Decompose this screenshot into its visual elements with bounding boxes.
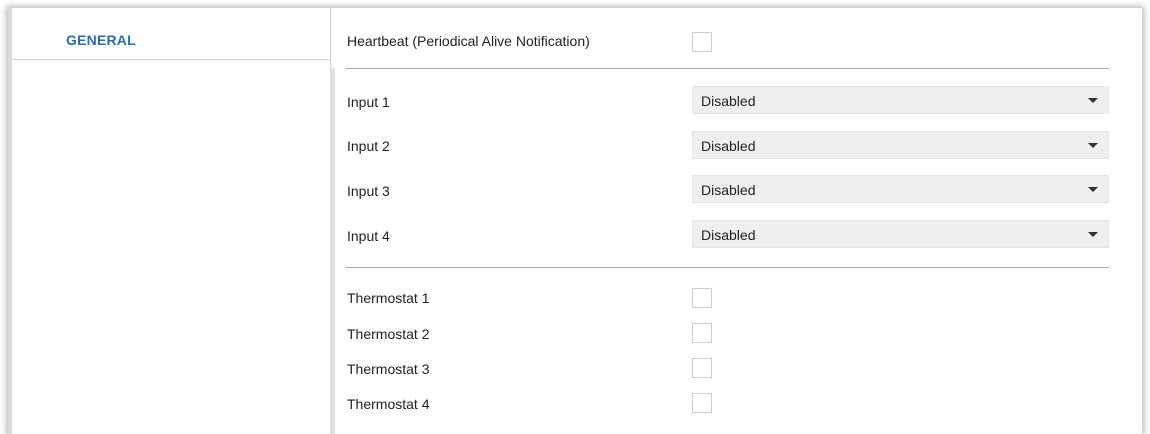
- input-3-select[interactable]: Disabled: [692, 175, 1109, 203]
- select-value: Disabled: [701, 182, 756, 198]
- divider: [346, 68, 1109, 69]
- thermostat-4-label: Thermostat 4: [347, 396, 430, 412]
- input-2-label: Input 2: [347, 138, 390, 154]
- dropdown-arrow-icon: [1088, 143, 1098, 148]
- select-value: Disabled: [701, 227, 756, 243]
- input-1-select[interactable]: Disabled: [692, 86, 1109, 114]
- divider: [346, 267, 1109, 268]
- sidebar: GENERAL: [8, 8, 331, 434]
- input-3-label: Input 3: [347, 183, 390, 199]
- thermostat-2-checkbox[interactable]: [692, 323, 712, 343]
- thermostat-1-checkbox[interactable]: [692, 288, 712, 308]
- thermostat-1-label: Thermostat 1: [347, 290, 430, 306]
- thermostat-3-label: Thermostat 3: [347, 361, 430, 377]
- dropdown-arrow-icon: [1088, 187, 1098, 192]
- input-2-select[interactable]: Disabled: [692, 131, 1109, 159]
- dropdown-arrow-icon: [1088, 232, 1098, 237]
- heartbeat-label: Heartbeat (Periodical Alive Notification…: [347, 33, 590, 49]
- heartbeat-checkbox[interactable]: [692, 32, 712, 52]
- settings-window: GENERAL Heartbeat (Periodical Alive Noti…: [8, 8, 1142, 434]
- input-1-label: Input 1: [347, 94, 390, 110]
- select-value: Disabled: [701, 138, 756, 154]
- sidebar-item-label: GENERAL: [66, 32, 136, 48]
- dropdown-arrow-icon: [1088, 98, 1098, 103]
- input-4-label: Input 4: [347, 228, 390, 244]
- thermostat-4-checkbox[interactable]: [692, 393, 712, 413]
- input-4-select[interactable]: Disabled: [692, 220, 1109, 248]
- sidebar-edge: [8, 8, 12, 434]
- general-panel: Heartbeat (Periodical Alive Notification…: [335, 8, 1142, 434]
- thermostat-3-checkbox[interactable]: [692, 358, 712, 378]
- sidebar-item-general[interactable]: GENERAL: [12, 8, 330, 60]
- select-value: Disabled: [701, 93, 756, 109]
- thermostat-2-label: Thermostat 2: [347, 326, 430, 342]
